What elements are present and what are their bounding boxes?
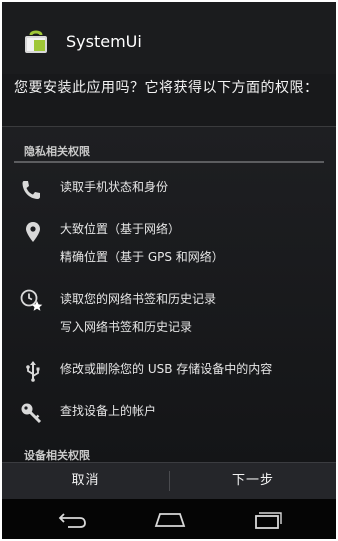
permission-label: 查找设备上的帐户 xyxy=(60,404,157,418)
action-bar: 取消 下一步 xyxy=(2,462,336,499)
bookmark-history-icon xyxy=(20,289,43,311)
navigation-bar xyxy=(2,499,336,539)
install-screen: SystemUi 您要安装此应用吗？它将获得以下方面的权限： 隐私相关权限 读取… xyxy=(2,2,336,539)
permission-label: 修改或删除您的 USB 存储设备中的内容 xyxy=(60,362,273,376)
permission-label: 精确位置（基于 GPS 和网络） xyxy=(60,250,224,264)
key-icon xyxy=(21,403,42,424)
permission-label: 读取您的网络书签和历史记录 xyxy=(60,292,217,306)
phone-icon xyxy=(22,181,40,199)
recents-icon[interactable] xyxy=(248,509,288,529)
android-app-icon xyxy=(25,30,47,53)
permission-label: 读取手机状态和身份 xyxy=(60,180,169,194)
permission-label: 写入网络书签和历史记录 xyxy=(60,320,193,334)
title-bar: SystemUi xyxy=(2,2,336,74)
back-icon[interactable] xyxy=(54,509,94,529)
section-rule xyxy=(14,161,324,163)
section-header-privacy: 隐私相关权限 xyxy=(24,145,90,158)
cancel-button[interactable]: 取消 xyxy=(2,463,169,499)
app-title: SystemUi xyxy=(66,32,142,51)
usb-icon xyxy=(26,361,40,382)
permissions-list[interactable]: 隐私相关权限 读取手机状态和身份 大致位置（基于网络） 精确位置（基于 GPS … xyxy=(2,127,336,462)
section-header-device: 设备相关权限 xyxy=(24,449,90,462)
permission-label: 大致位置（基于网络） xyxy=(60,222,181,236)
home-icon[interactable] xyxy=(150,509,190,529)
install-prompt: 您要安装此应用吗？它将获得以下方面的权限： xyxy=(14,80,319,96)
next-button[interactable]: 下一步 xyxy=(170,463,336,499)
location-pin-icon xyxy=(26,222,40,242)
